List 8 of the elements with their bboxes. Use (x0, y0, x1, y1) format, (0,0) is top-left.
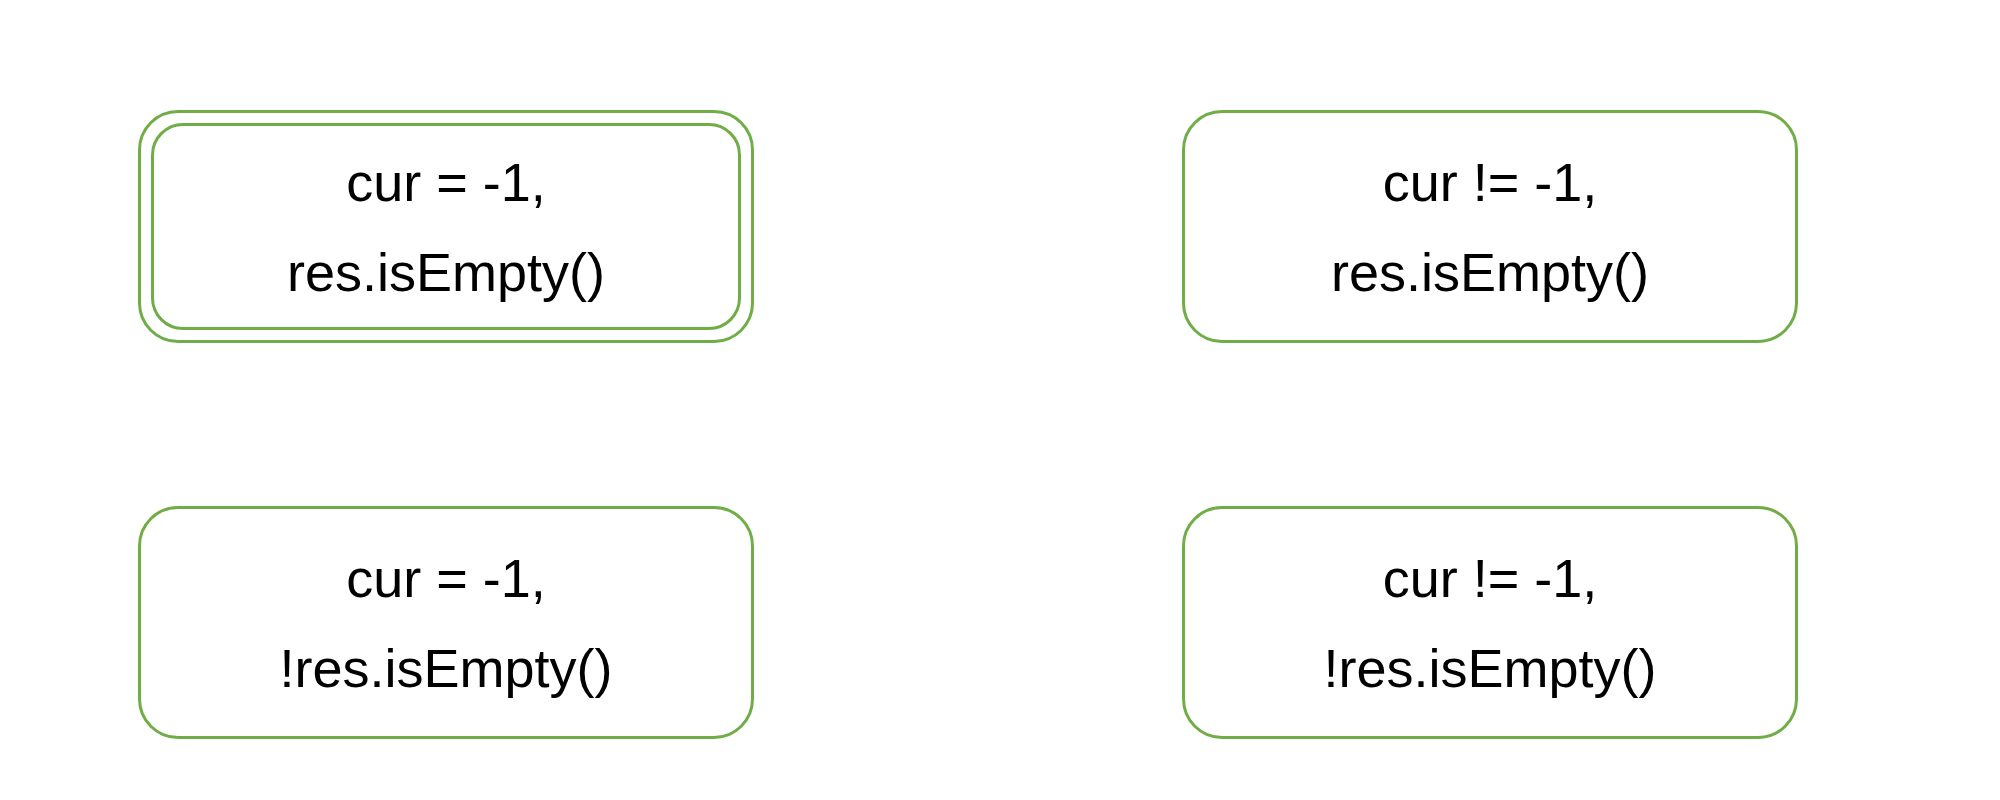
state-label: cur != -1, (1382, 546, 1598, 610)
state-label: !res.isEmpty() (1323, 636, 1657, 700)
state-label: cur = -1, (346, 150, 546, 214)
state-label: cur != -1, (1382, 150, 1598, 214)
state-label: !res.isEmpty() (279, 636, 613, 700)
state-label: res.isEmpty() (1331, 240, 1649, 304)
state-label: res.isEmpty() (287, 240, 605, 304)
state-label: cur = -1, (346, 546, 546, 610)
